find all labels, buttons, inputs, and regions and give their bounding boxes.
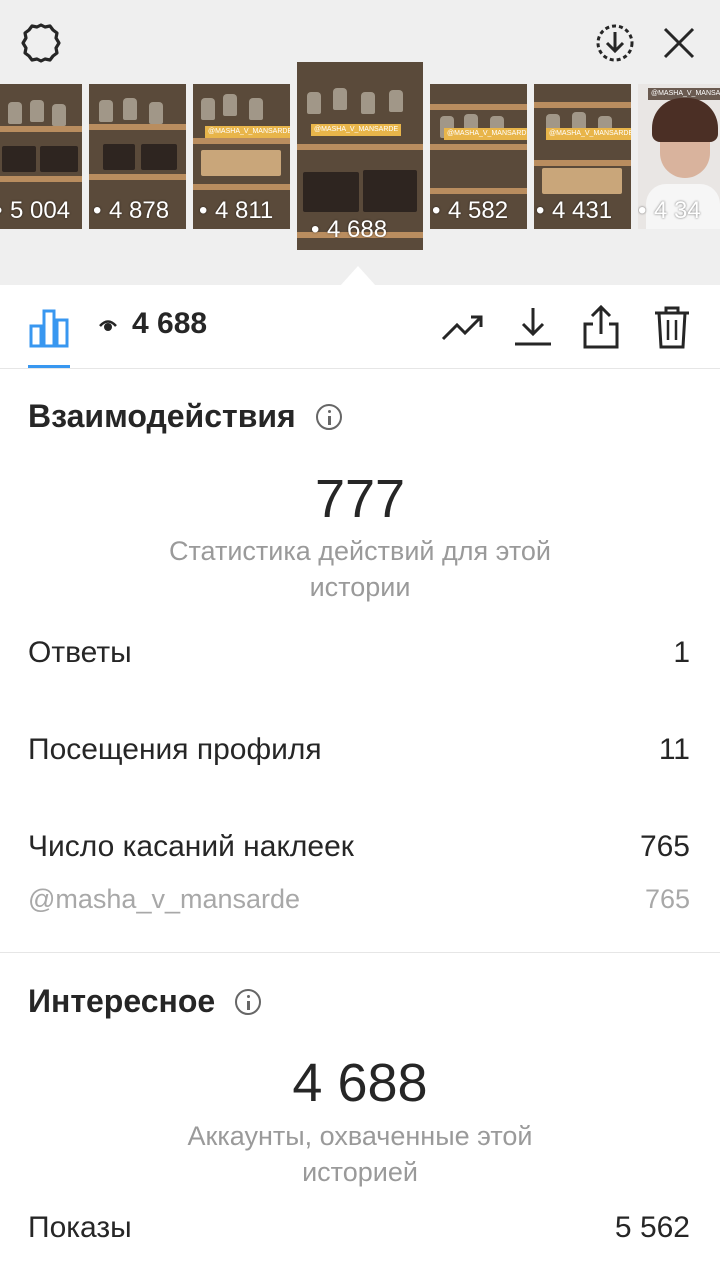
eye-icon: • bbox=[536, 197, 545, 224]
story-thumbnail[interactable]: @MASHA_V_MANSARDE • 4 582 bbox=[430, 84, 527, 229]
eye-icon: • bbox=[93, 197, 102, 224]
eye-icon: • bbox=[0, 197, 8, 225]
stat-value: 765 bbox=[644, 884, 690, 914]
eye-icon: • bbox=[432, 197, 441, 224]
stat-row-sticker-taps: Число касаний наклеек 765 bbox=[28, 830, 690, 864]
story-views-count: • 4 34 bbox=[638, 197, 701, 224]
eye-icon: • bbox=[199, 197, 208, 224]
share-icon[interactable] bbox=[580, 303, 622, 351]
trash-icon[interactable] bbox=[652, 303, 692, 351]
interactions-caption: Статистика действий для этой истории bbox=[168, 536, 551, 602]
discovery-title-text: Интересное bbox=[28, 983, 216, 1019]
discovery-section-title: Интересное bbox=[28, 983, 262, 1020]
stats-bars-icon[interactable] bbox=[28, 305, 70, 349]
story-thumbnail[interactable]: @MASHA_V_MANSARDE •4 34 bbox=[638, 84, 720, 229]
stat-row-profile-visits: Посещения профиля 11 bbox=[28, 733, 690, 767]
selection-pointer bbox=[340, 266, 376, 286]
story-views-count: • 4 878 bbox=[93, 197, 170, 224]
toolbar-views-count: 4 688 bbox=[132, 307, 208, 340]
info-icon[interactable] bbox=[235, 988, 262, 1015]
active-tab-indicator bbox=[28, 365, 70, 368]
mention-sticker: @MASHA_V_MANSARDE bbox=[546, 128, 631, 140]
eye-icon: • bbox=[638, 197, 647, 224]
story-thumbnail[interactable]: @MASHA_V_MANSARDE • 4 811 bbox=[193, 84, 290, 229]
stat-label: Ответы bbox=[28, 636, 132, 669]
stat-label: Посещения профиля bbox=[28, 733, 322, 766]
stat-value: 5 562 bbox=[614, 1211, 690, 1244]
stat-row-impressions: Показы 5 562 bbox=[28, 1211, 690, 1245]
eye-icon bbox=[98, 307, 132, 341]
stat-label: @masha_v_mansarde bbox=[28, 884, 301, 914]
stat-value: 11 bbox=[658, 733, 690, 766]
story-thumbnail[interactable]: •5 004 bbox=[0, 84, 82, 229]
story-views-count: • 4 688 bbox=[311, 216, 388, 243]
discovery-caption: Аккаунты, охваченные этой историей bbox=[187, 1121, 533, 1187]
interactions-section-title: Взаимодействия bbox=[28, 398, 342, 435]
stat-value: 765 bbox=[639, 830, 690, 863]
trend-icon[interactable] bbox=[440, 307, 486, 349]
story-thumbnail-selected[interactable]: @MASHA_V_MANSARDE • 4 688 bbox=[297, 62, 423, 250]
stat-subrow-mention: @masha_v_mansarde 765 bbox=[28, 884, 690, 915]
story-views-count: • 4 582 bbox=[432, 197, 509, 224]
mention-sticker: @MASHA_V_MANSARDE bbox=[205, 126, 290, 138]
story-thumbnail[interactable]: @MASHA_V_MANSARDE • 4 431 bbox=[534, 84, 631, 229]
section-divider bbox=[0, 952, 720, 953]
story-views-count: • 4 431 bbox=[536, 197, 613, 224]
story-thumbnail[interactable]: • 4 878 bbox=[89, 84, 186, 229]
interactions-title-text: Взаимодействия bbox=[28, 398, 296, 434]
toolbar-views: 4 688 bbox=[98, 307, 207, 341]
stat-row-replies: Ответы 1 bbox=[28, 636, 690, 670]
stat-label: Показы bbox=[28, 1211, 132, 1244]
download-icon[interactable] bbox=[512, 305, 554, 349]
interactions-total: 777 bbox=[314, 469, 406, 529]
story-views-count: • 4 811 bbox=[199, 197, 274, 224]
story-views-count: •5 004 bbox=[0, 197, 70, 225]
discovery-total: 4 688 bbox=[292, 1053, 428, 1113]
mention-sticker: @MASHA_V_MANSARDE bbox=[444, 128, 527, 140]
stat-value: 1 bbox=[673, 636, 690, 669]
story-toolbar: 4 688 bbox=[0, 285, 720, 369]
mention-sticker: @MASHA_V_MANSARDE bbox=[311, 124, 402, 136]
stat-label: Число касаний наклеек bbox=[28, 830, 354, 863]
portrait-hair bbox=[652, 98, 718, 142]
eye-icon: • bbox=[311, 216, 320, 243]
info-icon[interactable] bbox=[315, 403, 342, 430]
story-thumbnails: •5 004 •4 878 @MASHA_V_MANSARDE •4 811 @… bbox=[0, 0, 720, 285]
